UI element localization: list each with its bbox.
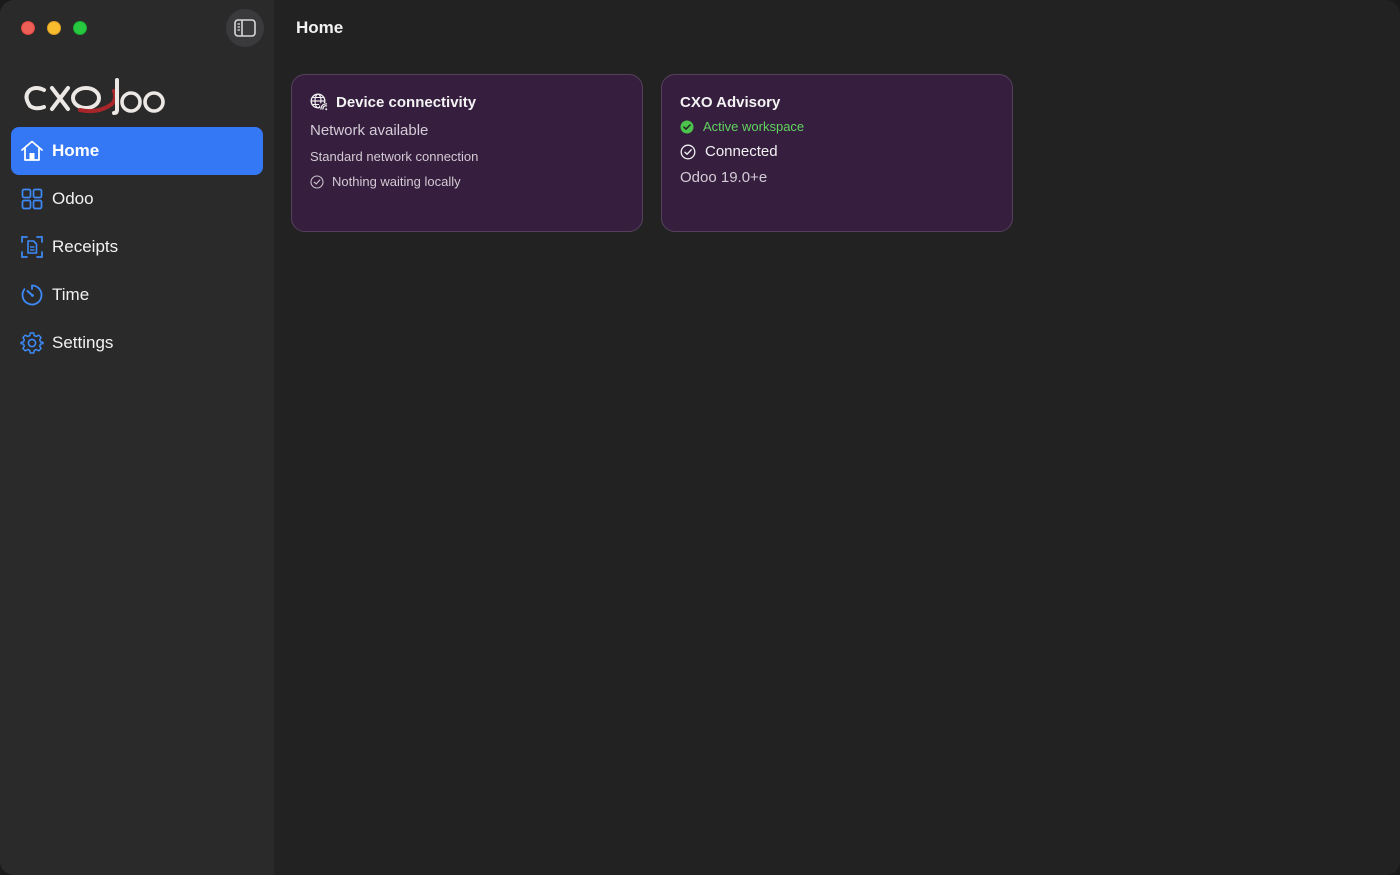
maximize-window-button[interactable] — [73, 21, 87, 35]
app-window: Home Odoo Receipts Time Settings Home De… — [0, 0, 1400, 875]
sidebar-item-label: Settings — [52, 333, 114, 352]
workspace-name: CXO Advisory — [680, 93, 781, 111]
minimize-window-button[interactable] — [47, 21, 61, 35]
sidebar-item-label: Receipts — [52, 237, 119, 256]
local-queue-status: Nothing waiting locally — [310, 174, 624, 189]
house-icon — [20, 139, 44, 163]
workspace-card[interactable]: CXO Advisory Active workspace Connected … — [661, 74, 1013, 232]
network-status: Network available — [310, 122, 429, 139]
sidebar-item-label: Odoo — [52, 189, 94, 208]
globe-network-icon — [310, 93, 328, 111]
window-controls — [21, 21, 87, 35]
close-window-button[interactable] — [21, 21, 35, 35]
gear-icon — [20, 331, 44, 355]
check-circle-icon — [680, 144, 696, 160]
sidebar-nav: Home Odoo Receipts Time Settings — [11, 127, 263, 367]
sidebar: Home Odoo Receipts Time Settings — [0, 0, 274, 875]
grid-icon — [20, 187, 44, 211]
card-title-text: Device connectivity — [336, 93, 477, 111]
sidebar-toggle-button[interactable] — [226, 9, 264, 47]
odoo-version: Odoo 19.0+e — [680, 169, 768, 186]
timer-icon — [20, 283, 44, 307]
connection-status: Connected — [680, 143, 994, 160]
check-filled-icon — [680, 120, 694, 134]
receipt-scan-icon — [20, 235, 44, 259]
sidebar-item-home[interactable]: Home — [11, 127, 263, 175]
check-circle-icon — [310, 174, 324, 189]
workspace-status-text: Active workspace — [703, 119, 805, 134]
sidebar-item-label: Home — [52, 141, 100, 160]
sidebar-item-time[interactable]: Time — [11, 271, 263, 319]
sidebar-item-settings[interactable]: Settings — [11, 319, 263, 367]
sidebar-item-odoo[interactable]: Odoo — [11, 175, 263, 223]
sidebar-item-label: Time — [52, 285, 90, 304]
app-logo — [22, 76, 168, 116]
connection-type: Standard network connection — [310, 149, 479, 164]
local-queue-text: Nothing waiting locally — [332, 174, 461, 189]
connection-status-text: Connected — [705, 143, 778, 160]
page-title: Home — [296, 18, 344, 37]
sidebar-toggle-icon — [234, 19, 256, 37]
device-connectivity-card: Device connectivity Network available St… — [291, 74, 643, 232]
sidebar-item-receipts[interactable]: Receipts — [11, 223, 263, 271]
card-title: Device connectivity — [310, 92, 624, 112]
workspace-status: Active workspace — [680, 119, 994, 134]
